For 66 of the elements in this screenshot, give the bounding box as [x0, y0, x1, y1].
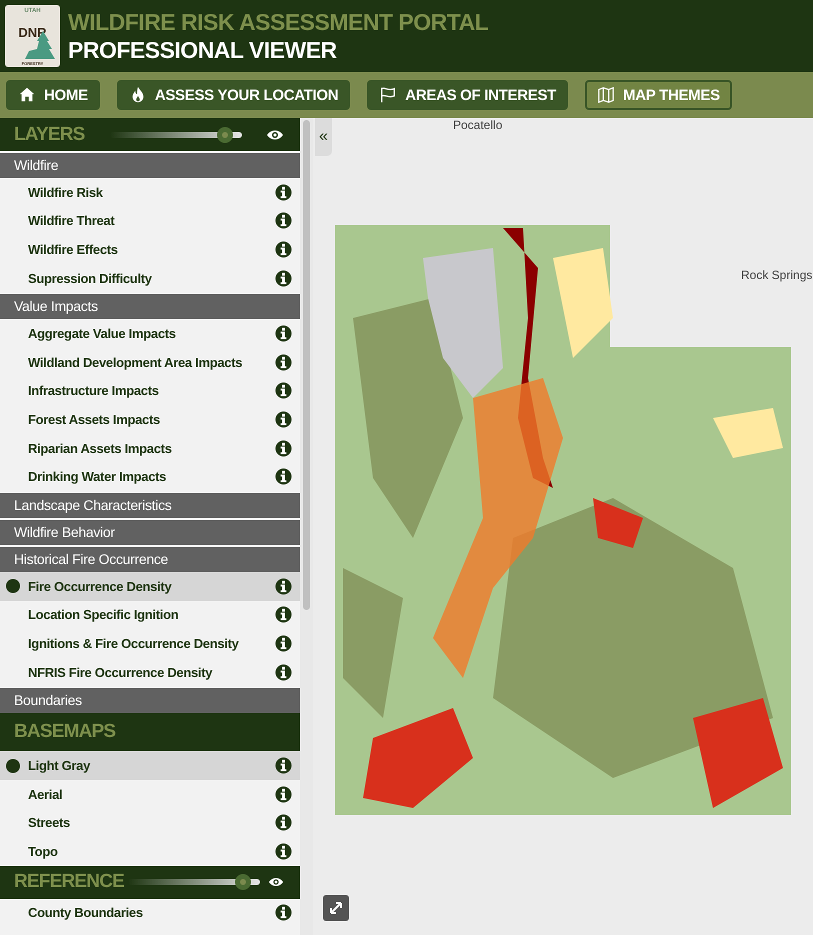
layer-item[interactable]: Forest Assets Impacts	[0, 405, 300, 434]
info-icon[interactable]	[275, 410, 292, 428]
layer-item[interactable]: Ignitions & Fire Occurrence Density	[0, 629, 300, 658]
map-icon	[597, 86, 616, 104]
category-header[interactable]: Wildfire	[0, 153, 300, 178]
layer-item[interactable]: Wildfire Threat	[0, 206, 300, 236]
info-icon[interactable]	[275, 184, 292, 201]
layer-item[interactable]: Drinking Water Impacts	[0, 462, 300, 491]
layer-item[interactable]: Streets	[0, 808, 300, 838]
info-icon[interactable]	[275, 904, 292, 922]
info-icon[interactable]	[275, 814, 292, 832]
layer-item[interactable]: Wildfire Risk	[0, 178, 300, 207]
info-icon[interactable]	[275, 212, 292, 230]
layer-item[interactable]: Light Gray	[0, 751, 300, 780]
eye-icon[interactable]	[266, 128, 284, 140]
portal-subtitle: PROFESSIONAL VIEWER	[68, 36, 338, 64]
section-title: BASEMAPS	[14, 720, 116, 744]
nav-button[interactable]: AREAS OF INTEREST	[367, 80, 568, 110]
flag-icon	[379, 86, 398, 104]
info-icon[interactable]	[275, 270, 292, 287]
category-header[interactable]: Wildfire Behavior	[0, 520, 300, 545]
info-icon[interactable]	[275, 440, 292, 457]
layer-item[interactable]: NFRIS Fire Occurrence Density	[0, 658, 300, 686]
place-label: Rock Springs	[741, 268, 812, 282]
info-icon[interactable]	[275, 382, 292, 400]
layer-item[interactable]: Location Specific Ignition	[0, 600, 300, 630]
nav-button[interactable]: HOME	[6, 80, 100, 110]
info-icon[interactable]	[275, 354, 292, 371]
map-view[interactable]: « Pocatello Rock Springs	[313, 118, 813, 935]
info-icon[interactable]	[275, 240, 292, 258]
nav-button[interactable]: ASSESS YOUR LOCATION	[116, 80, 350, 110]
info-icon[interactable]	[275, 325, 292, 342]
layer-item[interactable]: Aerial	[0, 780, 300, 808]
layer-item[interactable]: Fire Occurrence Density	[0, 572, 300, 601]
slider-handle[interactable]	[234, 874, 251, 890]
section-title: REFERENCE	[14, 870, 124, 894]
info-icon[interactable]	[275, 468, 292, 486]
scrollbar-thumb[interactable]	[303, 120, 310, 610]
category-header[interactable]: Landscape Characteristics	[0, 492, 300, 518]
layer-item[interactable]: County Boundaries	[0, 898, 300, 928]
info-icon[interactable]	[275, 842, 292, 860]
info-icon[interactable]	[275, 786, 292, 803]
layer-item[interactable]: Supression Difficulty	[0, 264, 300, 292]
layer-item[interactable]: Riparian Assets Impacts	[0, 434, 300, 462]
layer-item[interactable]: Aggregate Value Impacts	[0, 319, 300, 348]
info-icon[interactable]	[275, 606, 292, 624]
layer-item[interactable]: Infrastructure Impacts	[0, 376, 300, 406]
layer-item[interactable]: Wildland Development Area Impacts	[0, 348, 300, 377]
info-icon[interactable]	[275, 578, 292, 595]
nav-button[interactable]: MAP THEMES	[585, 80, 732, 110]
layer-item[interactable]: Wildfire Effects	[0, 235, 300, 264]
info-icon[interactable]	[275, 757, 292, 774]
category-header[interactable]: Value Impacts	[0, 294, 300, 320]
category-header[interactable]: Boundaries	[0, 688, 300, 714]
category-header[interactable]: Historical Fire Occurrence	[0, 546, 300, 572]
collapse-button[interactable]: «	[315, 118, 332, 156]
home-icon	[18, 86, 36, 104]
portal-title: WILDFIRE RISK ASSESSMENT PORTAL	[68, 8, 488, 36]
section-title: LAYERS	[14, 122, 86, 146]
slider-handle[interactable]	[216, 126, 233, 142]
fullscreen-icon[interactable]	[323, 895, 349, 921]
eye-icon[interactable]	[268, 876, 284, 888]
place-label: Pocatello	[453, 118, 502, 132]
info-icon[interactable]	[275, 664, 292, 681]
info-icon[interactable]	[275, 634, 292, 652]
layer-item[interactable]: Topo	[0, 837, 300, 866]
